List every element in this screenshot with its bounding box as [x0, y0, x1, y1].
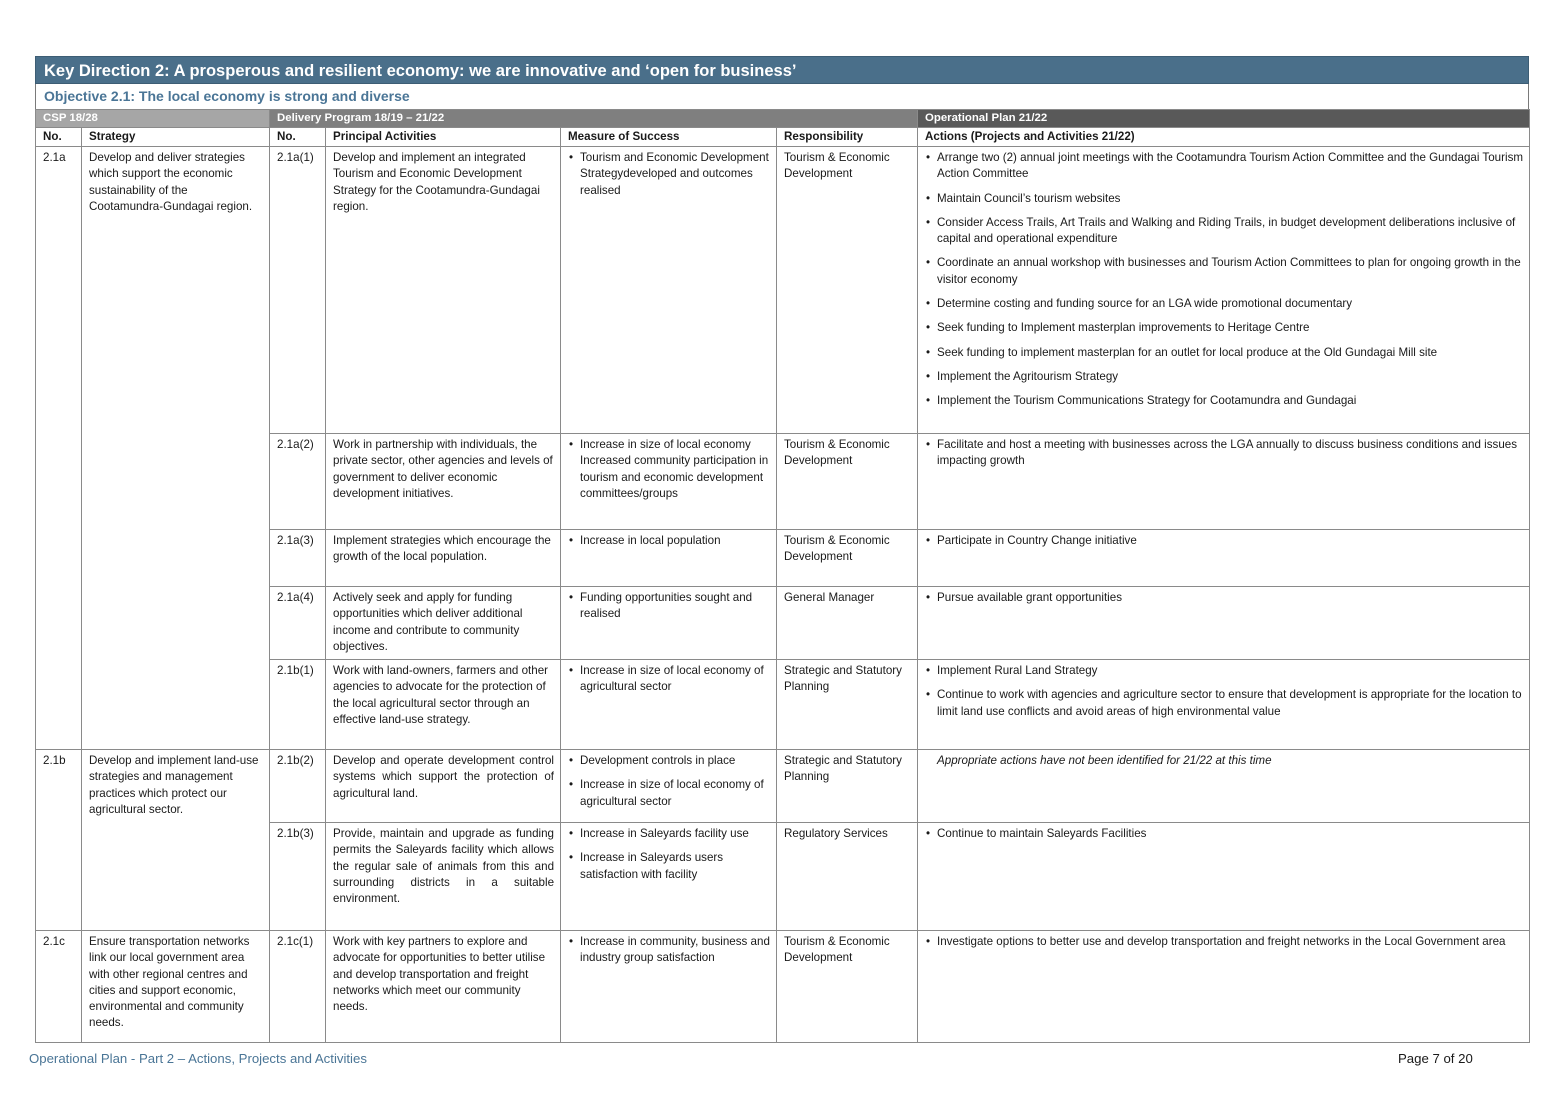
action-item: Implement the Tourism Communications Str…	[925, 393, 1523, 410]
col-header-measure: Measure of Success	[560, 127, 778, 147]
measure-item: Tourism and Economic Development Strateg…	[568, 150, 770, 199]
footer-page-number: Page 7 of 20	[1398, 1051, 1473, 1066]
strategy-text: Develop and implement land-use strategie…	[80, 749, 271, 931]
activity-no: 2.1a(4)	[269, 586, 327, 660]
action-item: Implement Rural Land Strategy	[925, 663, 1523, 680]
strategy-text: Develop and deliver strategies which sup…	[80, 146, 271, 750]
activity-text: Work with key partners to explore and ad…	[325, 930, 562, 1043]
measure-cell: Increase in size of local economy of agr…	[560, 659, 778, 750]
actions-cell: Pursue available grant opportunities	[917, 586, 1531, 660]
actions-cell: Facilitate and host a meeting with busin…	[917, 433, 1531, 530]
actions-cell: Implement Rural Land Strategy Continue t…	[917, 659, 1531, 750]
measure-cell: Funding opportunities sought and realise…	[560, 586, 778, 660]
action-item: Arrange two (2) annual joint meetings wi…	[925, 150, 1523, 183]
actions-cell: Appropriate actions have not been identi…	[917, 749, 1531, 823]
activity-no: 2.1a(2)	[269, 433, 327, 530]
actions-cell: Investigate options to better use and de…	[917, 930, 1531, 1043]
table-row: 2.1c Ensure transportation networks link…	[35, 930, 1531, 1043]
activity-no: 2.1b(3)	[269, 822, 327, 931]
activity-text: Develop and operate development control …	[325, 749, 562, 823]
measure-cell: Tourism and Economic Development Strateg…	[560, 146, 778, 434]
plan-table: CSP 18/28 Delivery Program 18/19 – 21/22…	[34, 109, 1531, 1043]
activity-text: Develop and implement an integrated Tour…	[325, 146, 562, 434]
no-actions-note: Appropriate actions have not been identi…	[937, 754, 1272, 767]
activity-no: 2.1c(1)	[269, 930, 327, 1043]
measure-item: Development controls in place	[568, 753, 770, 770]
measure-item: Increase in size of local economy of agr…	[568, 663, 770, 696]
actions-cell: Continue to maintain Saleyards Facilitie…	[917, 822, 1531, 931]
action-item: Continue to maintain Saleyards Facilitie…	[925, 826, 1523, 843]
measure-item: Increase in community, business and indu…	[568, 934, 770, 967]
action-item: Determine costing and funding source for…	[925, 296, 1523, 313]
activity-no: 2.1a(1)	[269, 146, 327, 434]
responsibility-cell: Tourism & Economic Development	[776, 930, 919, 1043]
responsibility-cell: Strategic and Statutory Planning	[776, 749, 919, 823]
measure-item: Increase in local population	[568, 533, 770, 550]
measure-cell: Increase in community, business and indu…	[560, 930, 778, 1043]
action-item: Consider Access Trails, Art Trails and W…	[925, 215, 1523, 248]
measure-item: Increase in size of local economy of agr…	[568, 777, 770, 810]
responsibility-cell: Regulatory Services	[776, 822, 919, 931]
measure-item: Increase in size of local economy Increa…	[568, 437, 770, 502]
responsibility-cell: Tourism & Economic Development	[776, 146, 919, 434]
activity-no: 2.1a(3)	[269, 529, 327, 587]
action-item: Continue to work with agencies and agric…	[925, 687, 1523, 720]
col-header-strategy: Strategy	[80, 127, 271, 147]
activity-no: 2.1b(2)	[269, 749, 327, 823]
action-item: Participate in Country Change initiative	[925, 533, 1523, 550]
measure-item: Funding opportunities sought and realise…	[568, 590, 770, 623]
measure-cell: Increase in Saleyards facility use Incre…	[560, 822, 778, 931]
strategy-no: 2.1c	[35, 930, 82, 1043]
measure-item: Increase in Saleyards facility use	[568, 826, 770, 843]
strategy-text: Ensure transportation networks link our …	[80, 930, 271, 1043]
table-row: 2.1b Develop and implement land-use stra…	[35, 749, 1531, 931]
activity-text: Implement strategies which encourage the…	[325, 529, 562, 587]
action-item: Seek funding to Implement masterplan imp…	[925, 320, 1523, 337]
actions-cell: Participate in Country Change initiative	[917, 529, 1531, 587]
col-header-activities: Principal Activities	[325, 127, 562, 147]
responsibility-cell: Tourism & Economic Development	[776, 433, 919, 530]
measure-cell: Increase in size of local economy Increa…	[560, 433, 778, 530]
key-direction-title: Key Direction 2: A prosperous and resili…	[35, 56, 1529, 84]
action-item: Coordinate an annual workshop with busin…	[925, 255, 1523, 288]
action-item: Maintain Council’s tourism websites	[925, 191, 1523, 208]
measure-item: Increase in Saleyards users satisfaction…	[568, 850, 770, 883]
strategy-no: 2.1a	[35, 146, 82, 750]
action-item: Investigate options to better use and de…	[925, 934, 1523, 951]
activity-text: Provide, maintain and upgrade as funding…	[325, 822, 562, 931]
activity-text: Actively seek and apply for funding oppo…	[325, 586, 562, 660]
column-header-row: No. Strategy No. Principal Activities Me…	[35, 127, 1531, 147]
action-item: Seek funding to implement masterplan for…	[925, 345, 1523, 362]
plan-sheet: Key Direction 2: A prosperous and resili…	[34, 56, 1531, 1043]
strategy-no: 2.1b	[35, 749, 82, 931]
activity-text: Work in partnership with individuals, th…	[325, 433, 562, 530]
action-item: Facilitate and host a meeting with busin…	[925, 437, 1523, 470]
footer-document-title: Operational Plan - Part 2 – Actions, Pro…	[29, 1051, 367, 1066]
measure-cell: Increase in local population	[560, 529, 778, 587]
activity-text: Work with land-owners, farmers and other…	[325, 659, 562, 750]
table-row: 2.1a Develop and deliver strategies whic…	[35, 146, 1531, 750]
responsibility-cell: General Manager	[776, 586, 919, 660]
objective-title: Objective 2.1: The local economy is stro…	[35, 84, 1529, 109]
actions-cell: Arrange two (2) annual joint meetings wi…	[917, 146, 1531, 434]
section-operational-plan: Operational Plan 21/22	[917, 109, 1531, 128]
responsibility-cell: Tourism & Economic Development	[776, 529, 919, 587]
col-header-no: No.	[35, 127, 82, 147]
col-header-responsibility: Responsibility	[776, 127, 919, 147]
col-header-actions: Actions (Projects and Activities 21/22)	[917, 127, 1531, 147]
section-csp: CSP 18/28	[34, 109, 271, 128]
responsibility-cell: Strategic and Statutory Planning	[776, 659, 919, 750]
section-header-row: CSP 18/28 Delivery Program 18/19 – 21/22…	[34, 109, 1531, 128]
col-header-dp-no: No.	[269, 127, 327, 147]
measure-cell: Development controls in place Increase i…	[560, 749, 778, 823]
action-item: Implement the Agritourism Strategy	[925, 369, 1523, 386]
section-delivery-program: Delivery Program 18/19 – 21/22	[269, 109, 919, 128]
activity-no: 2.1b(1)	[269, 659, 327, 750]
action-item: Pursue available grant opportunities	[925, 590, 1523, 607]
